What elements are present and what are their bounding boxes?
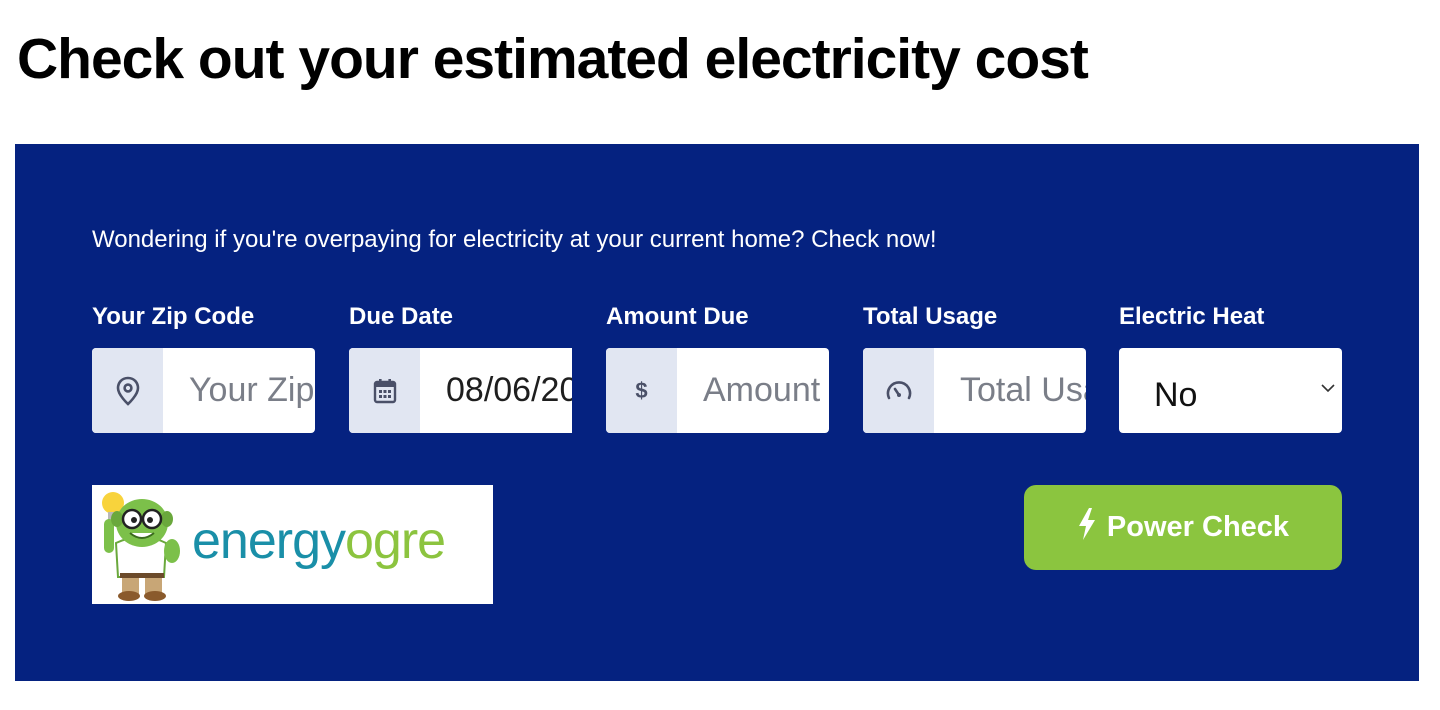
location-pin-icon — [92, 348, 163, 433]
calendar-icon — [349, 348, 420, 433]
zip-code-field: Your Zip Code — [92, 302, 315, 433]
due-date-input[interactable] — [420, 348, 572, 433]
due-date-field: Due Date — [349, 302, 572, 433]
amount-due-input-group: $ — [606, 348, 829, 433]
electric-heat-selected-value: No — [1154, 376, 1198, 414]
gauge-icon — [863, 348, 934, 433]
page-title: Check out your estimated electricity cos… — [17, 27, 1089, 91]
lightning-bolt-icon — [1077, 507, 1097, 549]
zip-code-input[interactable] — [163, 348, 315, 433]
power-check-label: Power Check — [1106, 511, 1290, 543]
electricity-check-panel: Wondering if you're overpaying for elect… — [15, 144, 1419, 681]
electric-heat-label: Electric Heat — [1119, 303, 1265, 330]
total-usage-input[interactable] — [934, 348, 1086, 433]
dollar-icon: $ — [606, 348, 677, 433]
amount-due-field: Amount Due $ — [606, 302, 829, 433]
total-usage-label: Total Usage — [863, 303, 998, 330]
logo-wordmark: energyogre — [192, 512, 446, 570]
due-date-input-group — [349, 348, 572, 433]
total-usage-field: Total Usage — [863, 302, 1086, 433]
energy-ogre-logo: energyogre — [92, 485, 493, 604]
zip-code-input-group — [92, 348, 315, 433]
ogre-mascot-icon — [102, 492, 180, 601]
power-check-button[interactable]: Power Check — [1024, 485, 1342, 570]
chevron-down-icon — [1320, 381, 1336, 399]
electric-heat-select[interactable]: No — [1119, 348, 1342, 433]
amount-due-input[interactable] — [677, 348, 829, 433]
dollar-sign: $ — [635, 377, 648, 403]
electric-heat-field: Electric Heat No — [1119, 302, 1342, 433]
intro-text: Wondering if you're overpaying for elect… — [92, 226, 937, 253]
zip-code-label: Your Zip Code — [92, 303, 255, 330]
due-date-label: Due Date — [349, 303, 454, 330]
amount-due-label: Amount Due — [606, 303, 749, 330]
total-usage-input-group — [863, 348, 1086, 433]
